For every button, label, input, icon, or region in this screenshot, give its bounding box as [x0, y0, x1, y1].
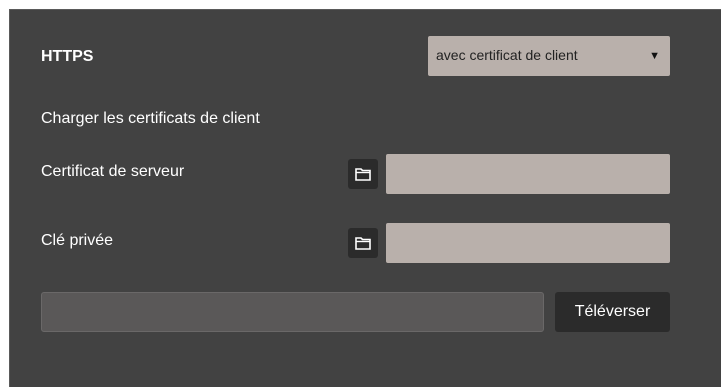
client-certificates-heading: Charger les certificats de client: [41, 110, 260, 127]
private-key-file-field[interactable]: [386, 223, 670, 263]
dropdown-arrow-icon: ▼: [649, 50, 660, 62]
https-label: HTTPS: [41, 48, 94, 65]
upload-button[interactable]: Téléverser: [555, 292, 670, 332]
https-mode-selected-value: avec certificat de client: [436, 47, 578, 63]
folder-icon: [355, 168, 371, 181]
private-key-browse-button[interactable]: [348, 228, 378, 258]
server-certificate-label: Certificat de serveur: [41, 163, 185, 180]
upload-status-field: [41, 292, 544, 332]
https-mode-select[interactable]: avec certificat de client ▼: [428, 36, 670, 76]
folder-icon: [355, 237, 371, 250]
server-certificate-browse-button[interactable]: [348, 159, 378, 189]
https-settings-panel: HTTPS avec certificat de client ▼ Charge…: [9, 9, 721, 387]
private-key-label: Clé privée: [41, 232, 114, 249]
server-certificate-file-field[interactable]: [386, 154, 670, 194]
